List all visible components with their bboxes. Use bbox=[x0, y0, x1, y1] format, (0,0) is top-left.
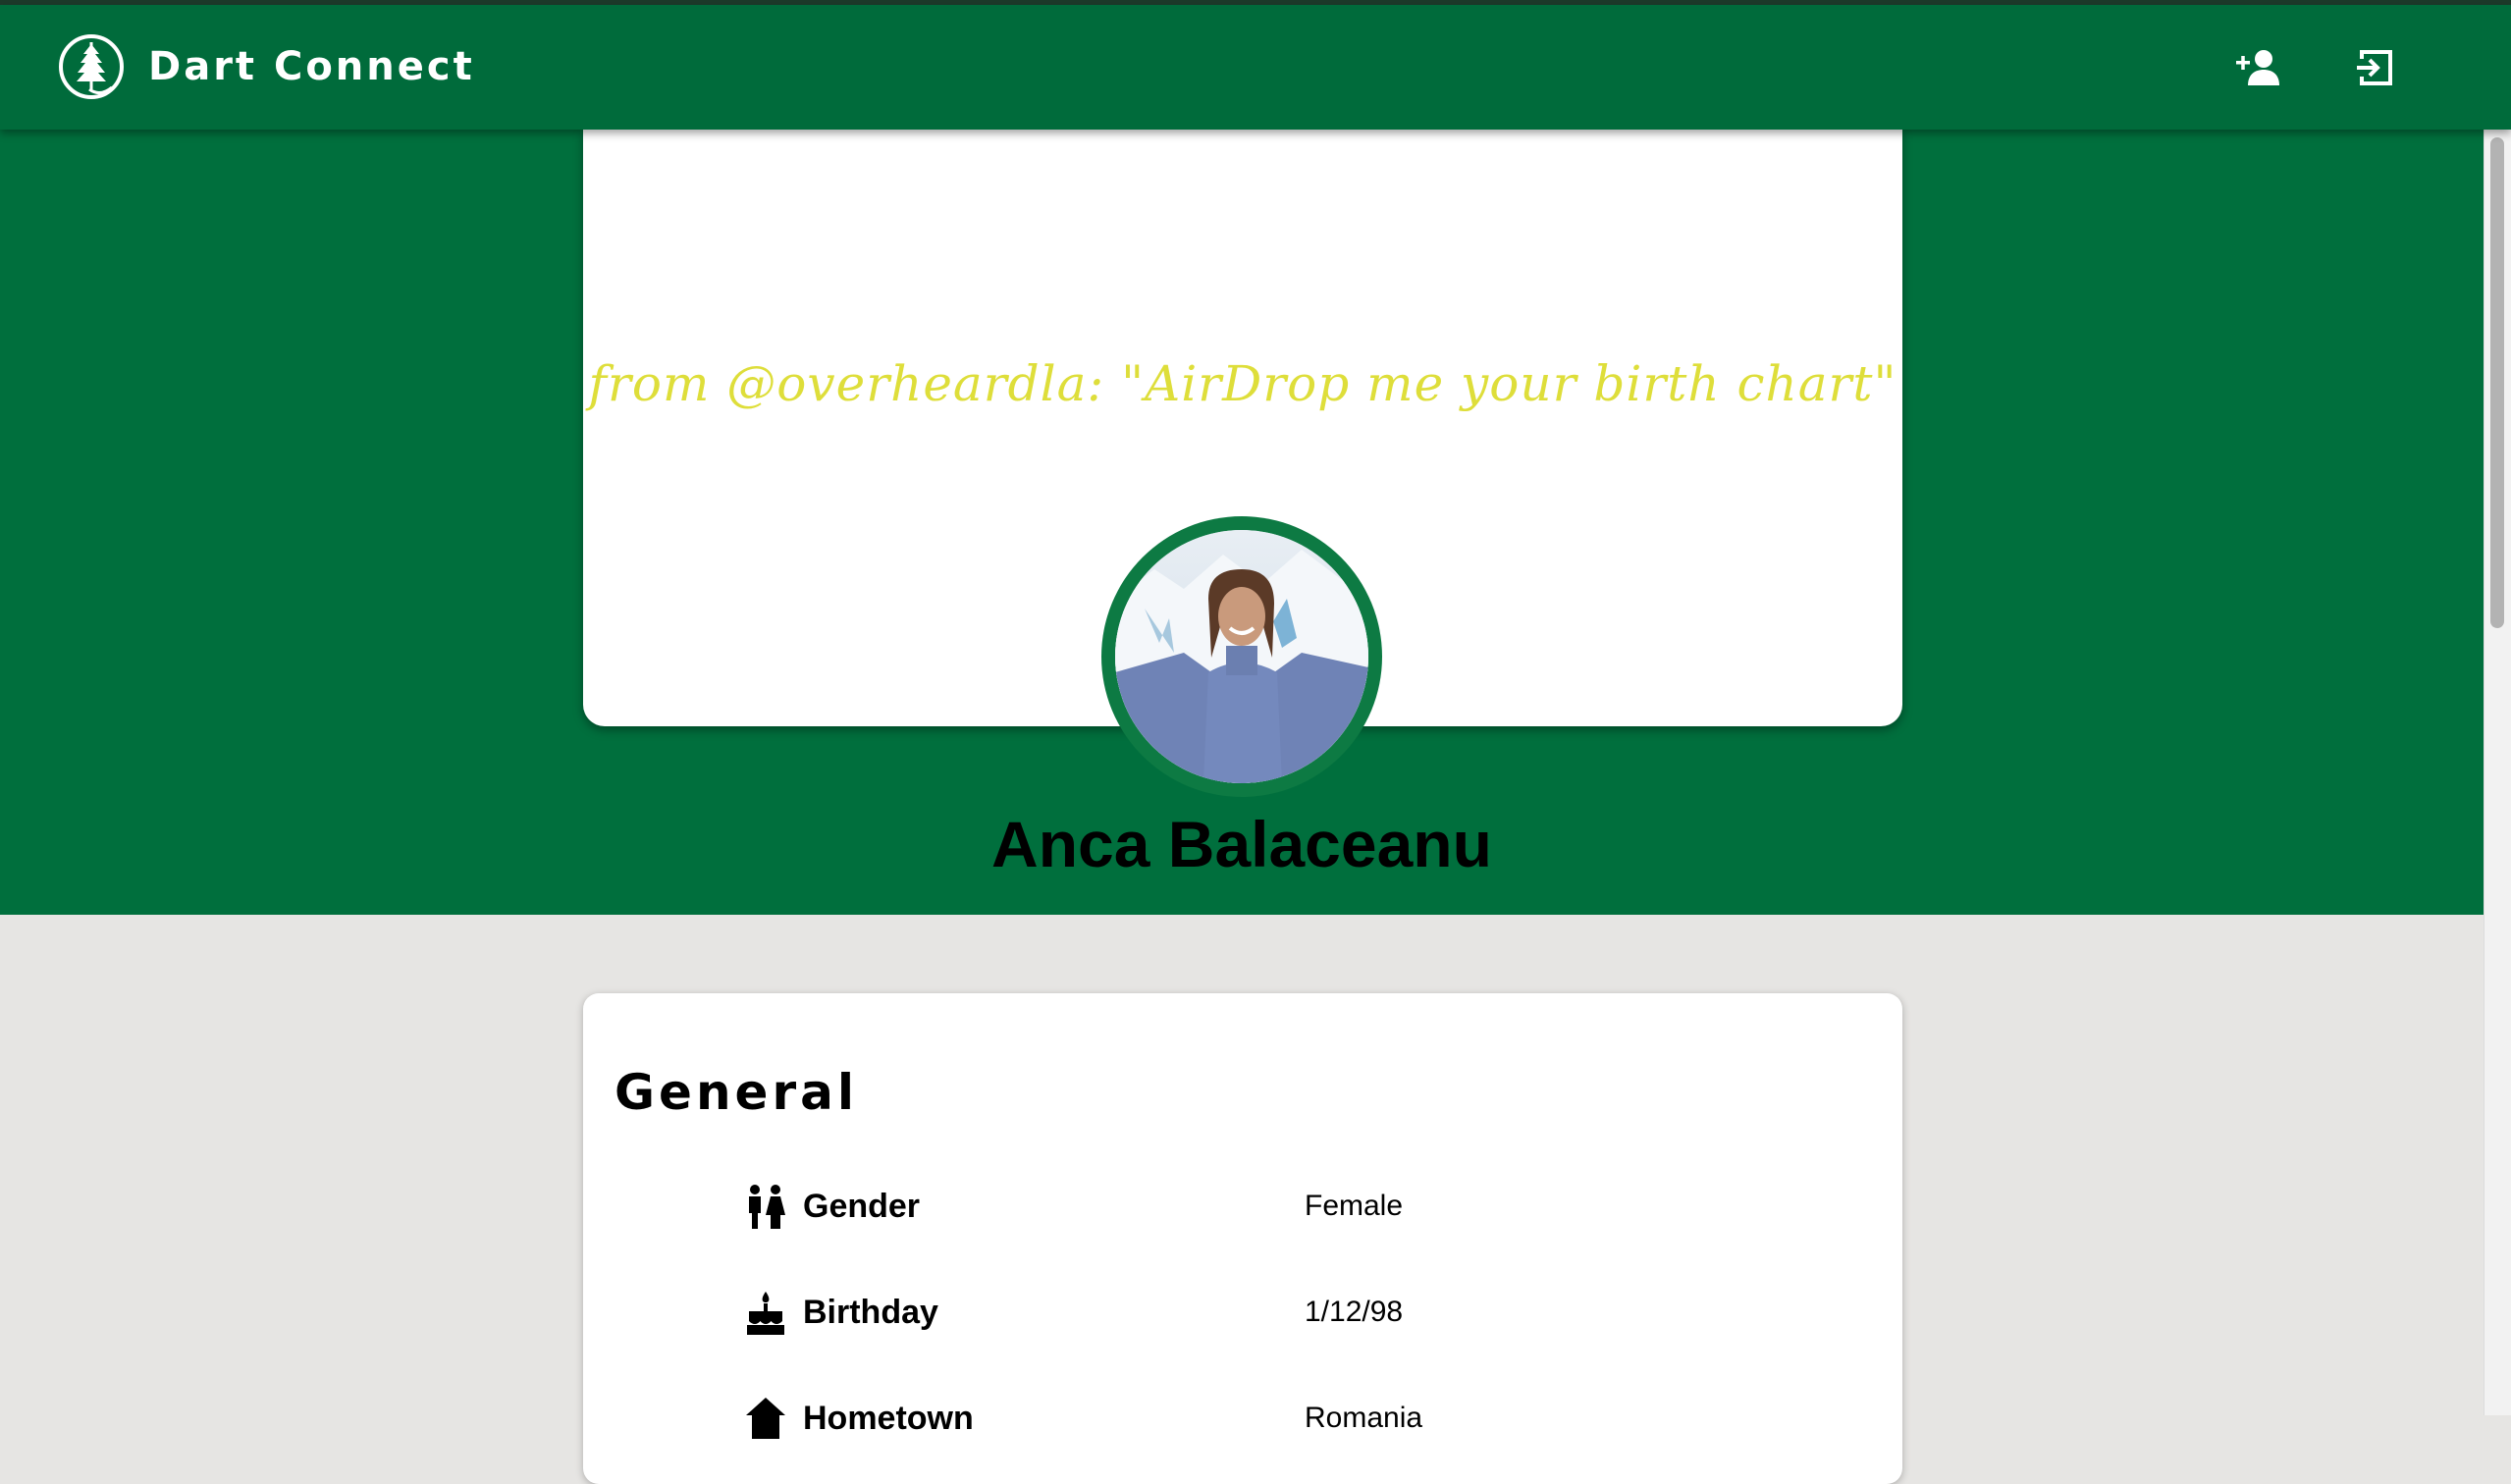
profile-name: Anca Balaceanu bbox=[991, 808, 1492, 880]
scrollbar-thumb[interactable] bbox=[2490, 137, 2504, 628]
person-add-icon bbox=[2234, 48, 2283, 92]
page-scrollbar[interactable] bbox=[2484, 130, 2511, 1415]
info-label: Gender bbox=[803, 1188, 921, 1225]
logout-icon bbox=[2354, 47, 2395, 93]
info-value: 1/12/98 bbox=[1305, 1296, 1404, 1328]
app-title[interactable]: Dart Connect bbox=[148, 44, 475, 89]
logout-button[interactable] bbox=[2347, 42, 2402, 97]
info-row-hometown: Hometown Romania bbox=[583, 1396, 1902, 1455]
home-icon bbox=[744, 1396, 787, 1443]
info-label: Hometown bbox=[803, 1400, 974, 1437]
info-row-birthday: Birthday 1/12/98 bbox=[583, 1290, 1902, 1349]
cover-quote: from @overheardla: "AirDrop me your birt… bbox=[588, 355, 1897, 412]
profile-avatar-ring bbox=[1101, 516, 1382, 797]
info-value: Romania bbox=[1305, 1402, 1423, 1434]
cake-icon bbox=[744, 1290, 787, 1337]
wc-icon bbox=[744, 1184, 787, 1231]
general-info-card: General Gender Female Birthday 1/12/98 H… bbox=[583, 993, 1902, 1484]
avatar[interactable] bbox=[1115, 530, 1368, 783]
dartmouth-pine-logo-icon[interactable] bbox=[57, 32, 126, 101]
top-navbar: Dart Connect bbox=[0, 5, 2511, 130]
info-value: Female bbox=[1305, 1190, 1404, 1222]
info-label: Birthday bbox=[803, 1294, 938, 1331]
add-friend-button[interactable] bbox=[2231, 42, 2286, 97]
section-title: General bbox=[614, 1064, 858, 1121]
info-row-gender: Gender Female bbox=[583, 1184, 1902, 1243]
